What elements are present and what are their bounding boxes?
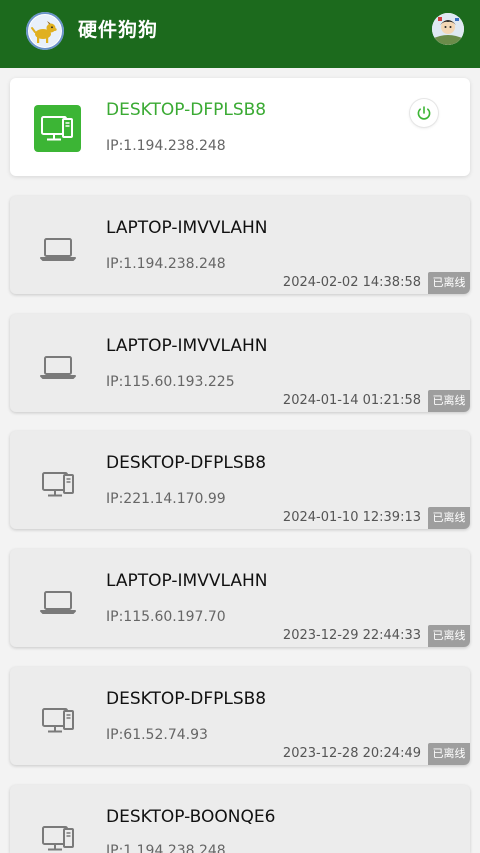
last-seen-time: 2024-01-14 01:21:58 [282,393,421,408]
power-icon [417,106,431,120]
laptop-icon [34,342,82,390]
last-seen-time: 2024-02-02 14:38:58 [282,275,421,290]
desktop-computer-icon [34,105,81,152]
laptop-icon [34,224,82,272]
device-name: LAPTOP-IMVVLAHN [106,336,268,356]
user-avatar[interactable] [432,13,464,45]
device-name: LAPTOP-IMVVLAHN [106,218,268,238]
device-card[interactable]: LAPTOP-IMVVLAHN IP:115.60.197.70 2023-12… [10,549,470,647]
device-card[interactable]: DESKTOP-BOONQE6 IP:1.194.238.248 [10,785,470,853]
status-badge: 已离线 [428,507,470,529]
status-badge: 已离线 [428,390,470,412]
device-card[interactable]: DESKTOP-DFPLSB8 IP:221.14.170.99 2024-01… [10,431,470,529]
device-card[interactable]: LAPTOP-IMVVLAHN IP:115.60.193.225 2024-0… [10,314,470,412]
app-title: 硬件狗狗 [78,19,159,41]
desktop-computer-icon [34,695,82,743]
device-ip: IP:221.14.170.99 [106,491,226,507]
laptop-icon [34,577,82,625]
device-ip: IP:115.60.197.70 [106,609,226,625]
device-card[interactable]: LAPTOP-IMVVLAHN IP:1.194.238.248 2024-02… [10,196,470,294]
device-card[interactable]: DESKTOP-DFPLSB8 IP:61.52.74.93 2023-12-2… [10,667,470,765]
power-button[interactable] [410,99,438,127]
app-bar: 硬件狗狗 [0,0,480,68]
device-ip: IP:1.194.238.248 [106,843,226,853]
device-name: DESKTOP-DFPLSB8 [106,100,267,120]
status-badge: 已离线 [428,625,470,647]
desktop-computer-icon [34,813,82,853]
device-ip: IP:1.194.238.248 [106,138,226,154]
device-name: DESKTOP-DFPLSB8 [106,453,267,473]
last-seen-time: 2023-12-29 22:44:33 [282,628,421,643]
device-ip: IP:1.194.238.248 [106,256,226,272]
last-seen-time: 2023-12-28 20:24:49 [282,746,421,761]
last-seen-time: 2024-01-10 12:39:13 [282,510,421,525]
device-name: DESKTOP-BOONQE6 [106,807,276,827]
desktop-computer-icon [34,459,82,507]
status-badge: 已离线 [428,272,470,294]
device-ip: IP:61.52.74.93 [106,727,208,743]
device-name: DESKTOP-DFPLSB8 [106,689,267,709]
device-ip: IP:115.60.193.225 [106,374,235,390]
status-badge: 已离线 [428,743,470,765]
dog-logo-icon [26,12,64,50]
current-device-card[interactable]: DESKTOP-DFPLSB8 IP:1.194.238.248 [10,78,470,176]
device-name: LAPTOP-IMVVLAHN [106,571,268,591]
